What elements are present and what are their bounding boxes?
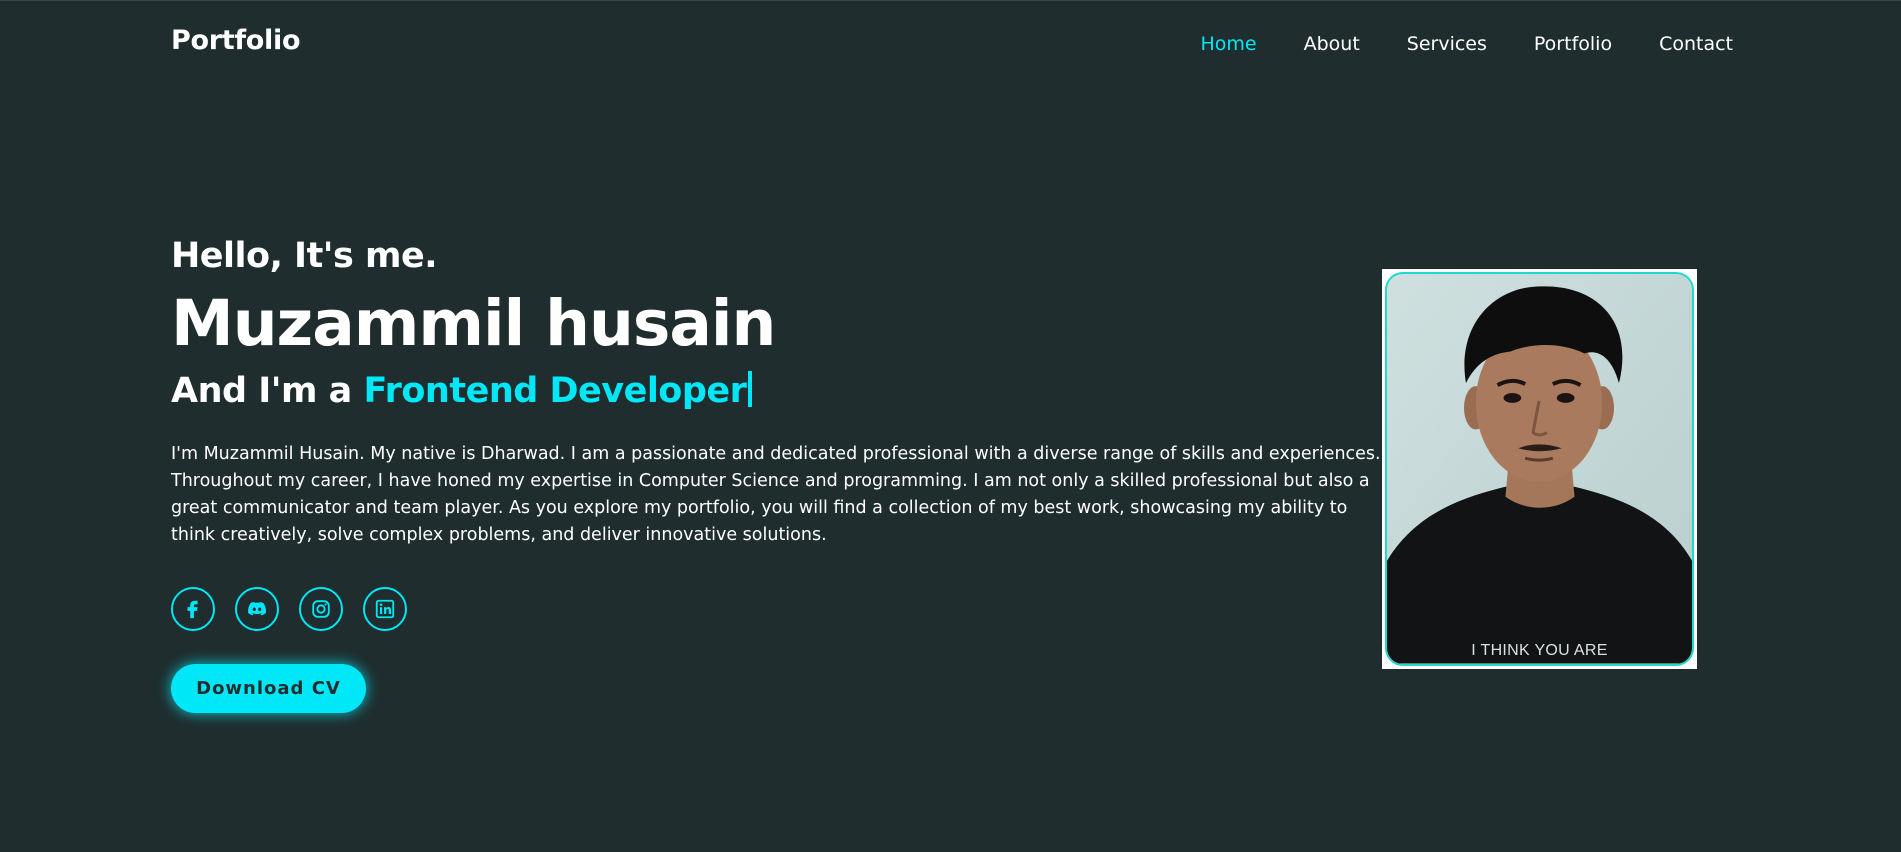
- hero-greeting: Hello, It's me.: [171, 236, 438, 276]
- person-portrait-image: [1387, 274, 1692, 664]
- page: Portfolio Home About Services Portfolio …: [0, 0, 1901, 852]
- nav-services[interactable]: Services: [1407, 33, 1487, 55]
- profile-photo: I THINK YOU ARE: [1385, 272, 1694, 666]
- profile-photo-frame: I THINK YOU ARE: [1382, 269, 1697, 669]
- site-logo[interactable]: Portfolio: [171, 25, 301, 56]
- instagram-icon: [312, 600, 330, 618]
- instagram-link[interactable]: [299, 587, 343, 631]
- role-highlight: Frontend Developer: [363, 371, 747, 411]
- facebook-icon: [187, 600, 198, 619]
- nav-about[interactable]: About: [1304, 33, 1360, 55]
- discord-link[interactable]: [235, 587, 279, 631]
- linkedin-link[interactable]: [363, 587, 407, 631]
- main-nav: Home About Services Portfolio Contact: [1200, 33, 1733, 55]
- hero-role: And I'm a Frontend Developer: [171, 371, 753, 411]
- nav-home[interactable]: Home: [1200, 33, 1256, 55]
- nav-contact[interactable]: Contact: [1659, 33, 1733, 55]
- social-links: [171, 587, 407, 631]
- discord-icon: [248, 601, 266, 616]
- facebook-link[interactable]: [171, 587, 215, 631]
- typing-cursor: [748, 371, 753, 407]
- shirt-text: I THINK YOU ARE: [1471, 642, 1608, 659]
- download-cv-button[interactable]: Download CV: [171, 664, 366, 713]
- nav-portfolio[interactable]: Portfolio: [1534, 33, 1612, 55]
- hero-bio: I'm Muzammil Husain. My native is Dharwa…: [171, 444, 1381, 545]
- hero-name: Muzammil husain: [171, 287, 776, 360]
- linkedin-icon: [375, 599, 395, 619]
- role-prefix: And I'm a: [171, 371, 364, 411]
